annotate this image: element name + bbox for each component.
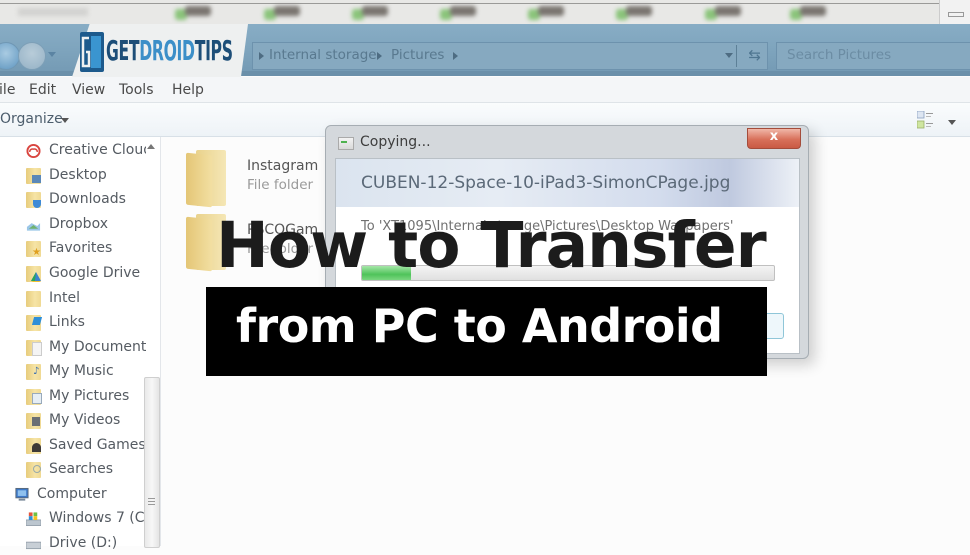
search-placeholder: Search Pictures (787, 47, 892, 63)
getdroidtips-logo-text: GETDROIDTIPS (106, 34, 233, 67)
menu-bar: File Edit View Tools Help (0, 77, 970, 103)
thumbnail[interactable] (175, 6, 215, 20)
nav-item-drive-d[interactable]: Drive (D:) (0, 533, 146, 555)
headline-line-1: How to Transfer (216, 209, 767, 282)
address-dropdown-icon[interactable] (725, 53, 733, 58)
nav-item-computer[interactable]: Computer (0, 484, 134, 506)
nav-item-my-videos[interactable]: My Videos (0, 410, 146, 432)
menu-tools[interactable]: Tools (119, 82, 154, 98)
nav-item-dropbox[interactable]: Dropbox (0, 214, 146, 236)
documents-folder-icon (26, 340, 42, 356)
nav-item-links[interactable]: Links (0, 312, 146, 334)
dialog-header: CUBEN-12-Space-10-iPad3-SimonCPage.jpg (336, 159, 799, 207)
dialog-title: Copying... (360, 134, 431, 150)
nav-item-desktop[interactable]: Desktop (0, 165, 146, 187)
close-icon: x (769, 129, 779, 144)
search-input[interactable]: Search Pictures (776, 42, 970, 70)
thumbnail[interactable] (264, 6, 304, 20)
chevron-down-icon[interactable] (948, 120, 956, 125)
thumbnail[interactable] (616, 6, 656, 20)
desktop-folder-icon (26, 168, 41, 184)
menu-file[interactable]: File (0, 82, 15, 98)
searches-folder-icon (26, 462, 41, 478)
menu-view[interactable]: View (72, 82, 105, 98)
nav-item-creative-cloud[interactable]: Creative Cloud (0, 140, 146, 162)
pictures-folder-icon (26, 389, 42, 405)
close-button[interactable]: x (747, 128, 801, 149)
thumbnail-strip (0, 0, 970, 25)
refresh-icon[interactable]: ⇆ (748, 46, 761, 64)
drive-c-icon (26, 512, 41, 526)
recent-pages-dropdown-icon[interactable] (48, 52, 56, 57)
menu-help[interactable]: Help (172, 82, 204, 98)
navigation-pane-scrollbar[interactable] (144, 377, 160, 548)
thumbnail[interactable] (790, 6, 830, 20)
videos-folder-icon (26, 413, 41, 429)
thumbnail[interactable] (352, 6, 392, 20)
window-button[interactable] (939, 0, 970, 24)
scroll-up-arrow-icon[interactable] (147, 144, 155, 149)
nav-item-favorites[interactable]: ★ Favorites (0, 238, 146, 260)
thumbnail[interactable] (705, 6, 745, 20)
drive-icon (26, 541, 41, 550)
music-folder-icon: ♪ (26, 364, 41, 380)
copying-file-name: CUBEN-12-Space-10-iPad3-SimonCPage.jpg (361, 173, 731, 193)
file-name[interactable]: Instagram (247, 158, 318, 174)
dropbox-icon (26, 223, 41, 231)
breadcrumb-arrow-icon[interactable] (453, 52, 458, 60)
google-drive-folder-icon (26, 266, 41, 282)
file-type: File folder (247, 177, 314, 193)
nav-item-intel[interactable]: Intel (0, 288, 146, 310)
thumbnail[interactable] (528, 6, 568, 20)
organize-button[interactable]: Organize (0, 111, 63, 127)
breadcrumb-arrow-icon[interactable] (259, 52, 264, 60)
downloads-folder-icon (26, 192, 41, 208)
chevron-down-icon[interactable] (61, 118, 69, 123)
nav-item-my-pictures[interactable]: My Pictures (0, 386, 146, 408)
address-bar[interactable]: Internal storage Pictures ⇆ (252, 42, 768, 70)
nav-item-google-drive[interactable]: Google Drive (0, 263, 146, 285)
nav-item-my-music[interactable]: ♪ My Music (0, 361, 146, 383)
breadcrumb-arrow-icon[interactable] (377, 52, 382, 60)
nav-item-windows-7-c[interactable]: Windows 7 (C:) (0, 508, 146, 530)
nav-item-downloads[interactable]: Downloads (0, 189, 146, 211)
nav-item-searches[interactable]: Searches (0, 459, 146, 481)
links-folder-icon (26, 315, 43, 331)
computer-icon (15, 487, 29, 501)
change-view-icon[interactable] (917, 111, 933, 129)
forward-button[interactable] (18, 42, 46, 70)
creative-cloud-icon (26, 143, 41, 159)
breadcrumb-internal-storage[interactable]: Internal storage (269, 47, 377, 63)
favorites-folder-icon: ★ (26, 241, 41, 258)
breadcrumb-pictures[interactable]: Pictures (391, 47, 444, 63)
folder-icon (26, 291, 41, 307)
thumbnail[interactable] (440, 6, 480, 20)
headline-line-2: from PC to Android (236, 299, 723, 353)
menu-edit[interactable]: Edit (29, 82, 56, 98)
copy-icon (338, 137, 354, 150)
saved-games-folder-icon (26, 438, 41, 454)
folder-icon[interactable] (186, 150, 230, 208)
getdroidtips-logo-icon (80, 32, 104, 72)
nav-item-my-documents[interactable]: My Documents (0, 337, 146, 359)
nav-item-saved-games[interactable]: Saved Games (0, 435, 146, 457)
